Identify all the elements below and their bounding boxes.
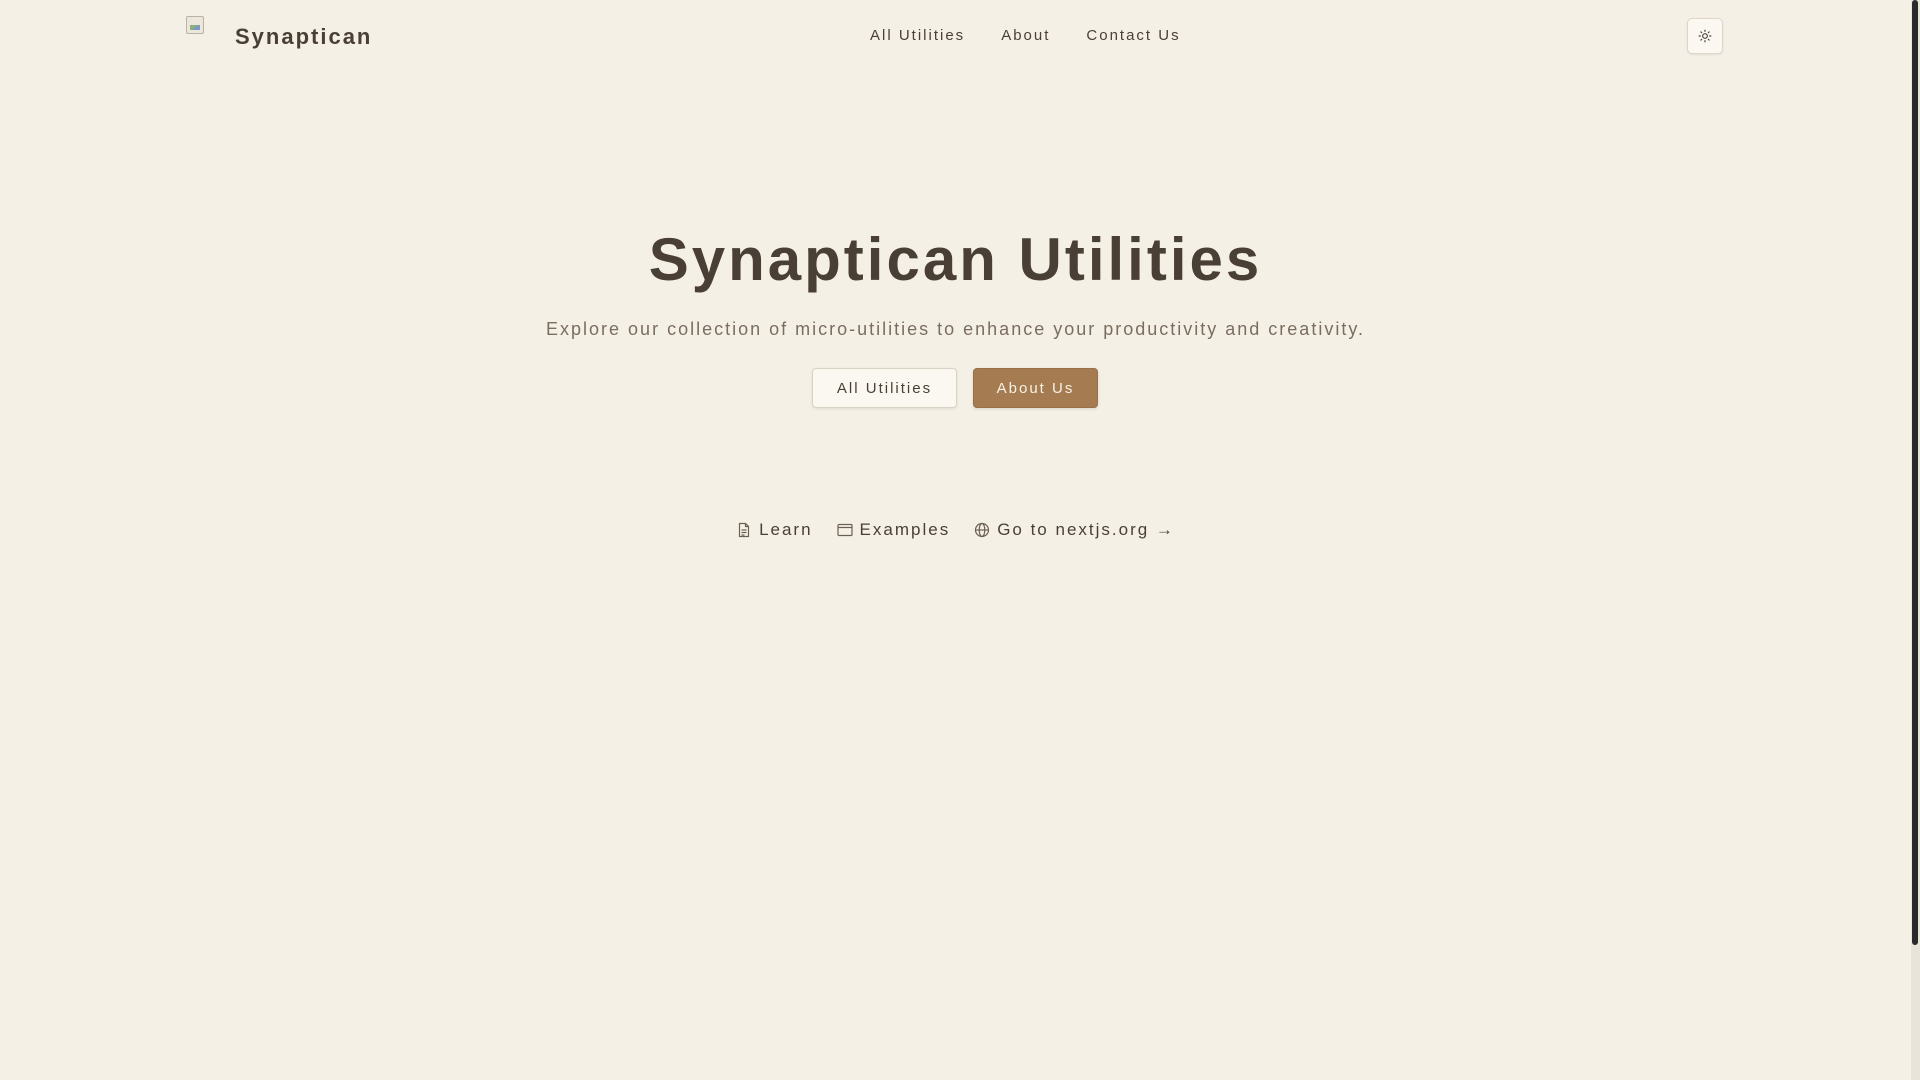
nav-contact-us[interactable]: Contact Us [1086,27,1180,44]
about-us-button[interactable]: About Us [973,368,1098,408]
hero-subtitle: Explore our collection of micro-utilitie… [546,319,1365,339]
main-nav: All Utilities About Contact Us [870,27,1181,44]
examples-link-label: Examples [859,520,951,539]
scrollbar-thumb[interactable] [1912,0,1918,945]
hero-title: Synaptican Utilities [648,226,1263,293]
nav-all-utilities[interactable]: All Utilities [870,27,965,44]
all-utilities-button[interactable]: All Utilities [812,368,957,408]
document-icon [738,522,750,538]
nav-about[interactable]: About [1001,27,1050,44]
page: Synaptican All Utilities About Contact U… [0,0,1911,1080]
brand-name[interactable]: Synaptican [235,24,372,50]
footer-links: Learn Examples Go to nextjs.org → [0,520,1911,540]
nextjs-link[interactable]: Go to nextjs.org → [974,520,1175,540]
theme-toggle-button[interactable] [1687,18,1723,54]
globe-icon [975,522,990,538]
page-scrollbar[interactable] [1911,0,1920,1080]
sun-icon [1698,29,1712,43]
nextjs-link-label: Go to nextjs.org → [997,520,1175,539]
window-icon [836,523,853,537]
site-header: Synaptican All Utilities About Contact U… [0,0,1911,72]
learn-link[interactable]: Learn [736,520,812,540]
logo-image-icon[interactable] [186,16,204,34]
examples-link[interactable]: Examples [836,520,951,540]
learn-link-label: Learn [759,520,813,539]
